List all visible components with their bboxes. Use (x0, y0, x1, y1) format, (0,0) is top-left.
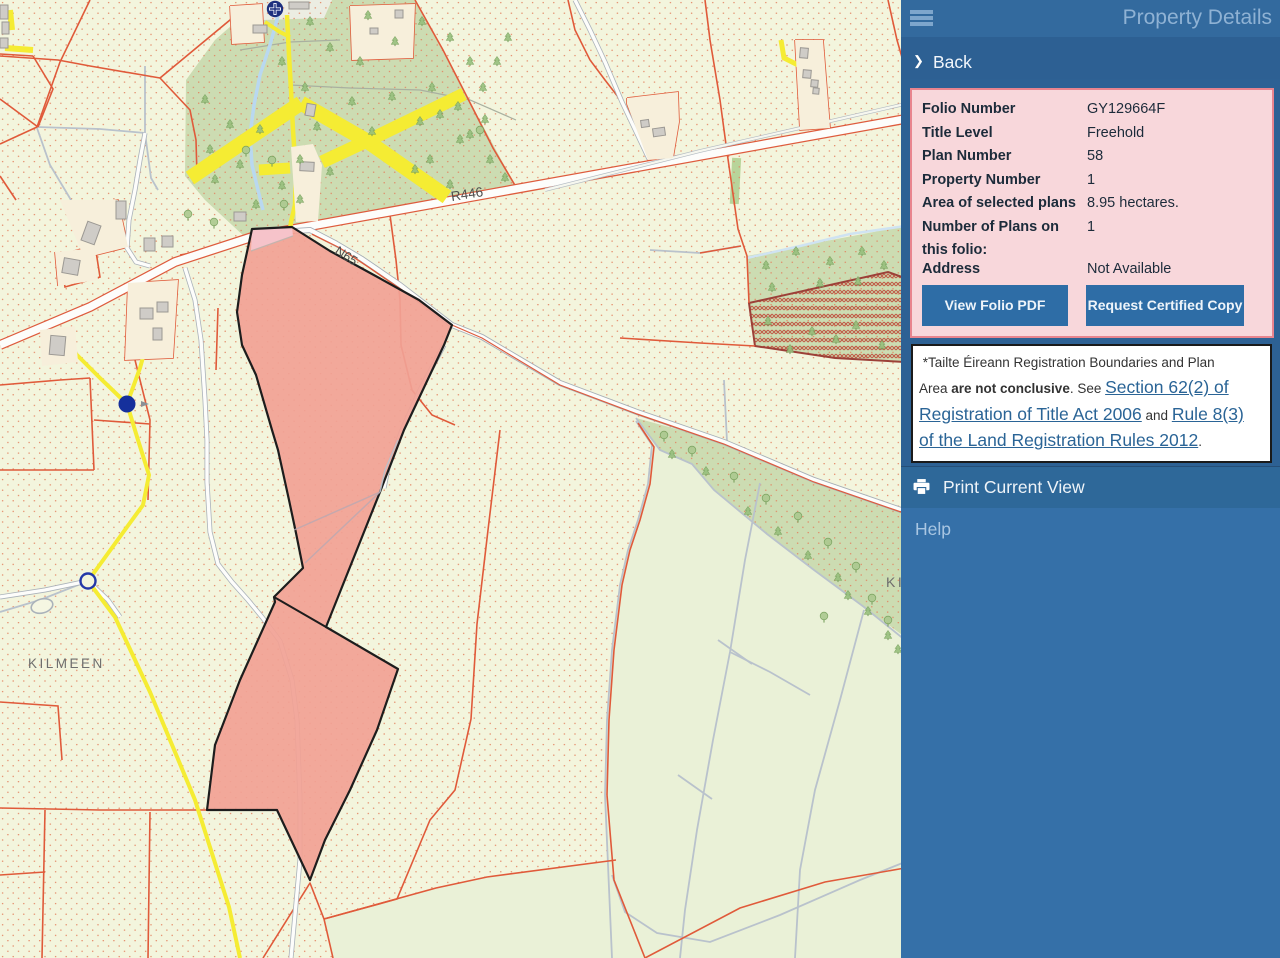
svg-text:KILMEEN: KILMEEN (28, 656, 105, 671)
